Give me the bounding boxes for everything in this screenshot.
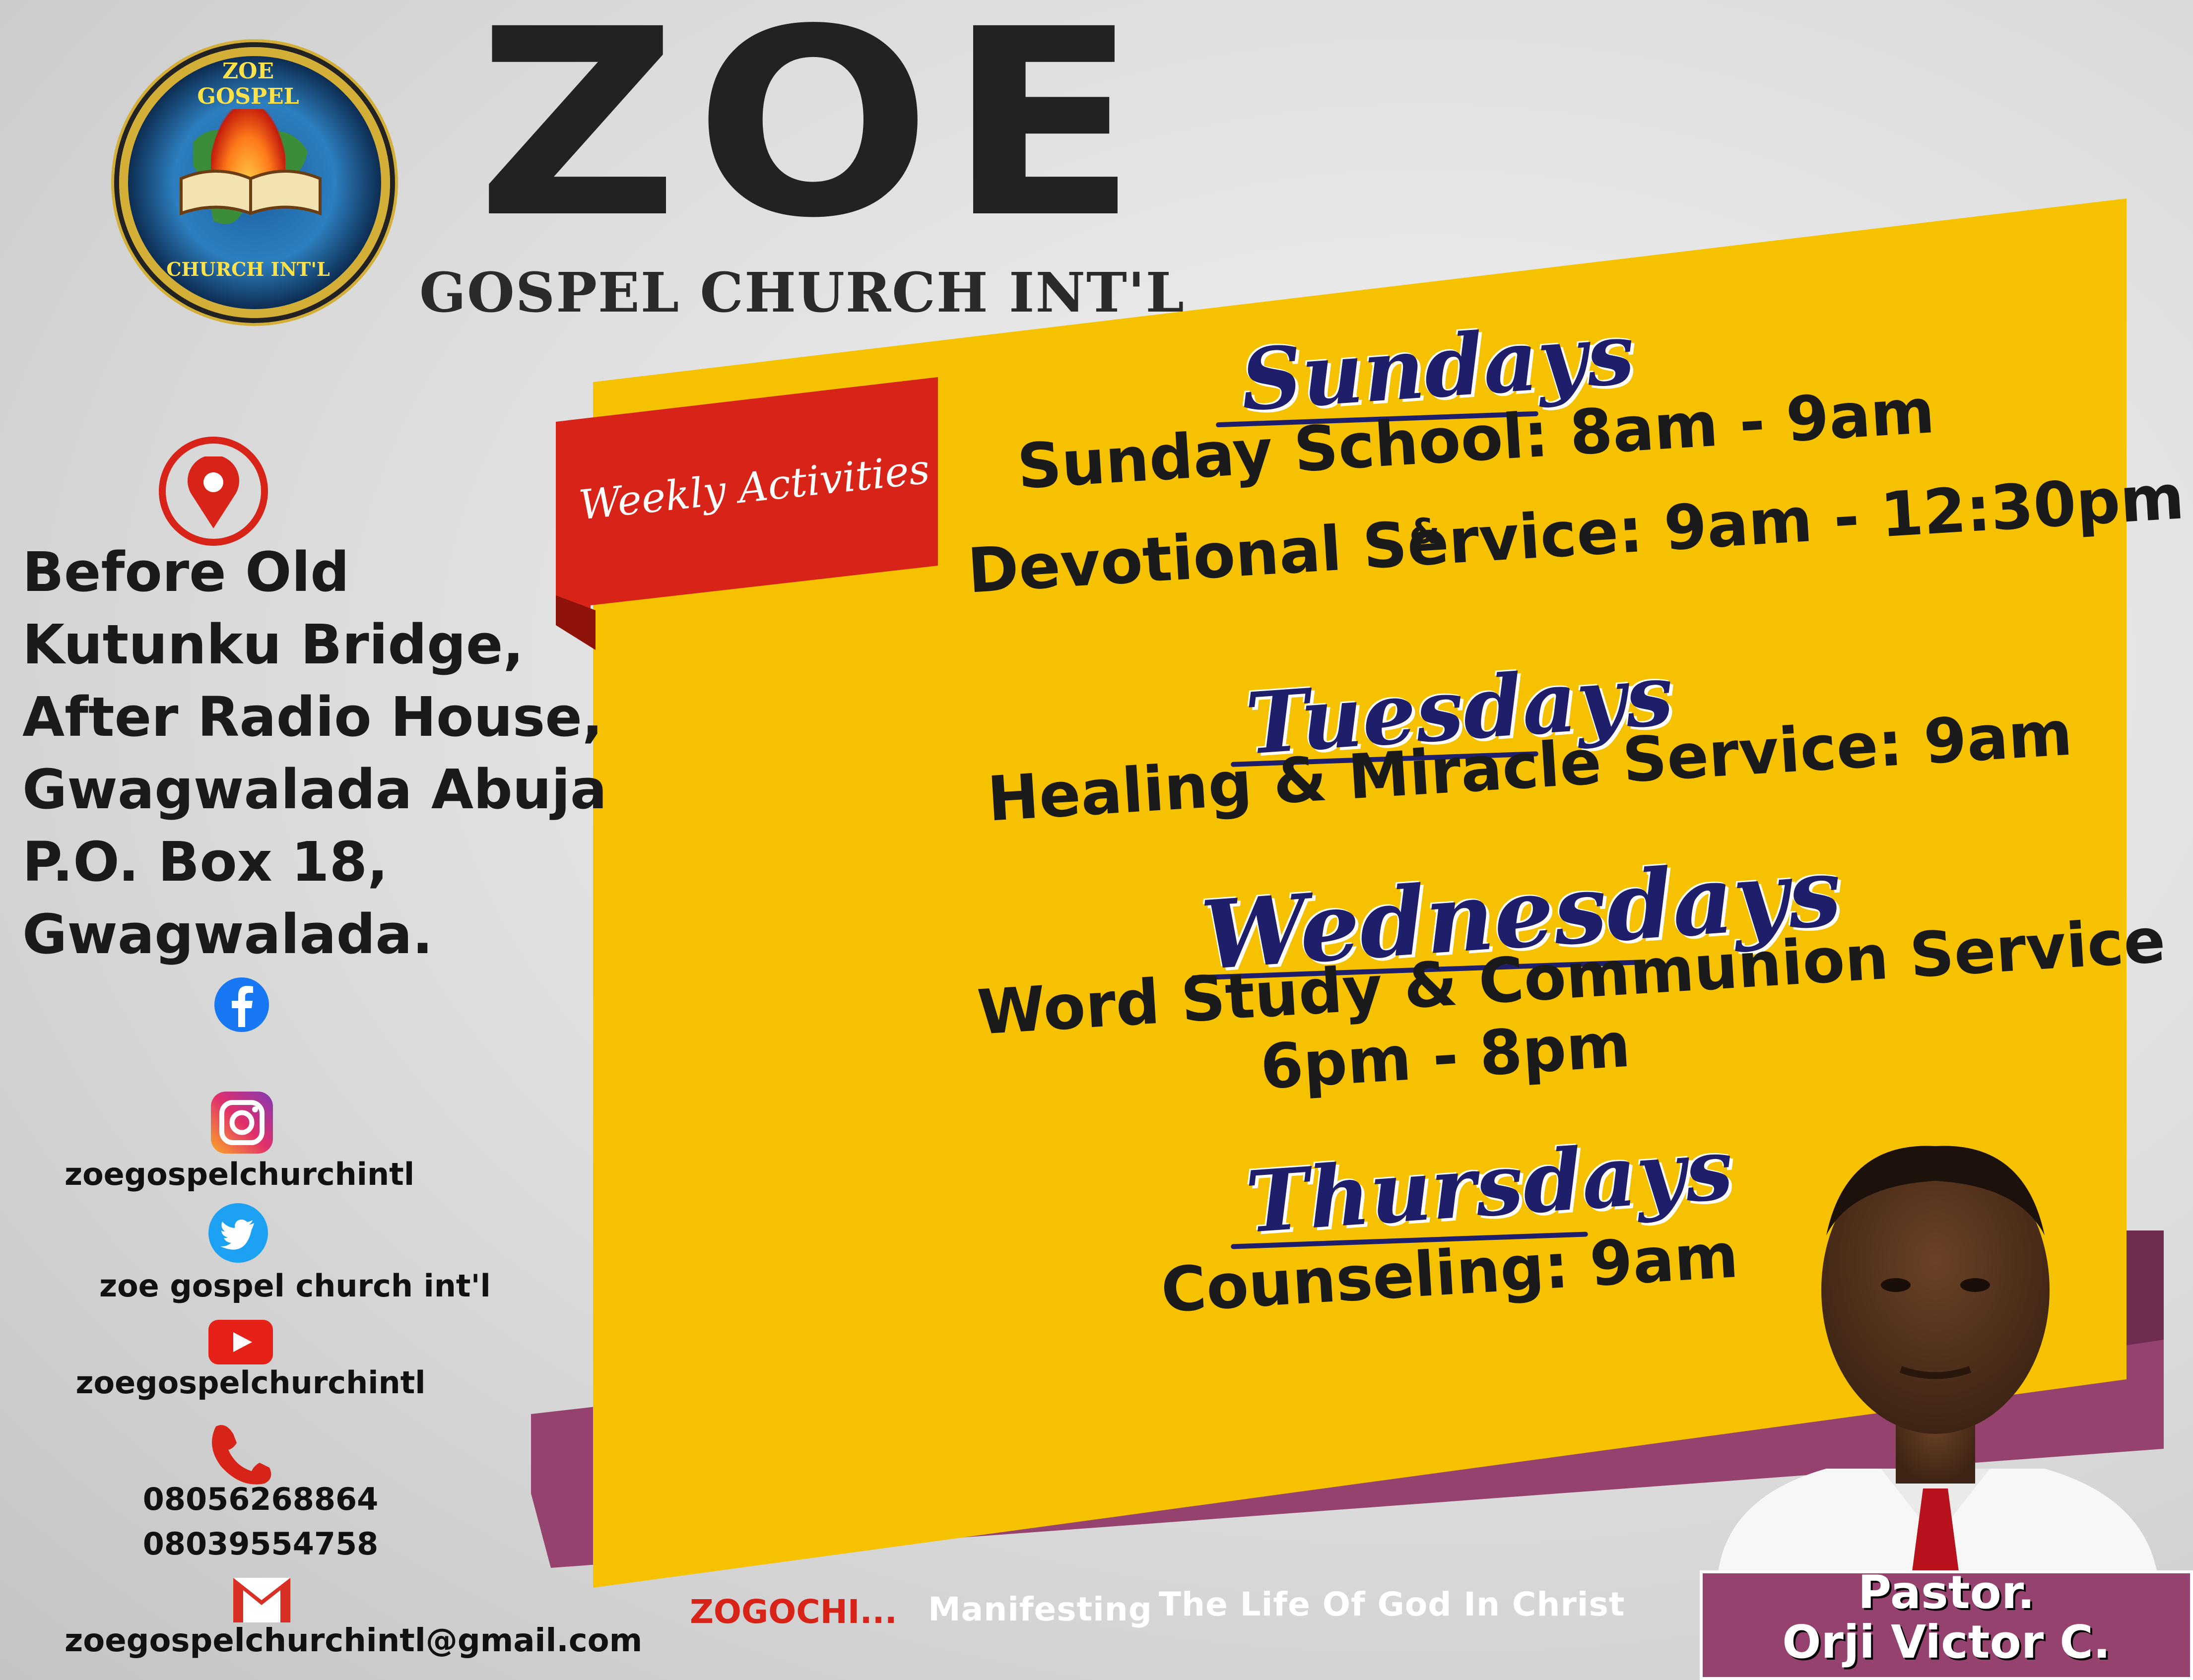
instagram-icon[interactable] — [211, 1092, 273, 1154]
address-line: After Radio House, — [22, 685, 603, 749]
tagline-brand: ZOGOCHI... — [690, 1593, 897, 1631]
address-line: Gwagwalada. — [22, 903, 433, 966]
pastor-name: Orji Victor C. — [1782, 1615, 2111, 1669]
address-line: P.O. Box 18, — [22, 830, 388, 894]
phone-icon — [212, 1425, 271, 1485]
facebook-icon[interactable] — [214, 977, 269, 1032]
pastor-caption: Pastor. Orji Victor C. — [1700, 1568, 2193, 1667]
church-title: ZOE — [476, 0, 1154, 274]
tagline-manifesting: Manifesting — [928, 1590, 1152, 1628]
youtube-icon[interactable] — [208, 1320, 273, 1364]
pastor-title: Pastor. — [1858, 1566, 2035, 1619]
address-line: Before Old — [22, 540, 349, 604]
phone-number-2[interactable]: 08039554758 — [65, 1526, 457, 1562]
pastor-photo — [1717, 1146, 2159, 1583]
address-block: Before Old Kutunku Bridge, After Radio H… — [22, 536, 607, 970]
phone-number-1[interactable]: 08056268864 — [65, 1481, 457, 1517]
instagram-handle[interactable]: zoegospelchurchintl — [65, 1156, 414, 1192]
youtube-handle[interactable]: zoegospelchurchintl — [65, 1364, 437, 1401]
tagline-life: The Life Of God In Christ — [1159, 1585, 1625, 1623]
location-pin-icon — [188, 456, 239, 528]
logo-ring-top: ZOE GOSPEL — [197, 59, 299, 109]
gmail-icon[interactable] — [233, 1578, 290, 1622]
church-subtitle: GOSPEL CHURCH INT'L — [419, 260, 1185, 324]
bible-icon — [180, 170, 322, 216]
twitter-icon[interactable] — [208, 1203, 268, 1263]
email-address[interactable]: zoegospelchurchintl@gmail.com — [65, 1622, 642, 1659]
twitter-handle[interactable]: zoe gospel church int'l — [65, 1268, 536, 1304]
logo-ring-bottom: CHURCH INT'L — [166, 258, 330, 280]
address-line: Kutunku Bridge, — [22, 613, 524, 676]
address-line: Gwagwalada Abuja — [22, 758, 607, 821]
